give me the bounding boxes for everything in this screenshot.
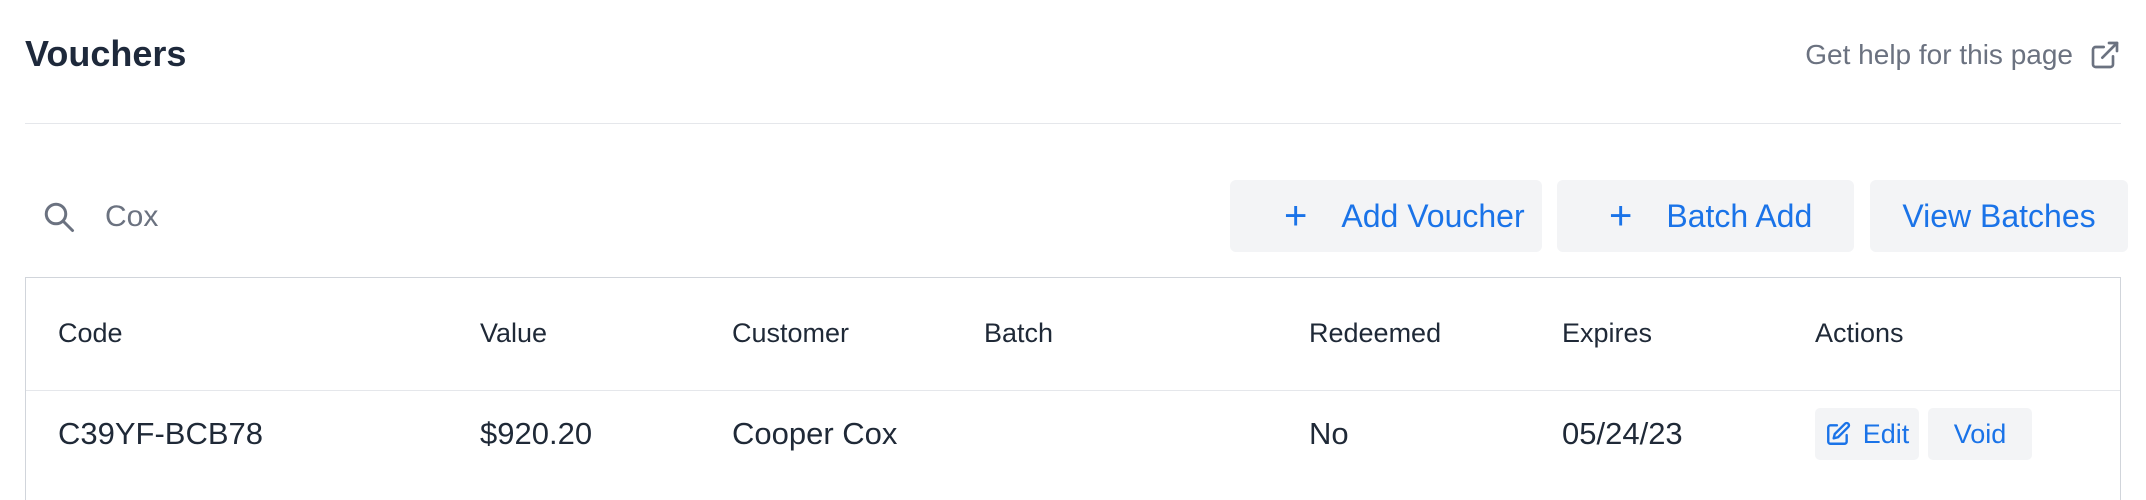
- vouchers-table: Code Value Customer Batch Redeemed Expir…: [25, 277, 2121, 500]
- add-voucher-button[interactable]: + Add Voucher: [1230, 180, 1542, 252]
- cell-actions: Edit Void: [1815, 390, 2120, 478]
- page-header: Vouchers Get help for this page: [25, 0, 2121, 124]
- column-header-customer[interactable]: Customer: [732, 278, 984, 390]
- edit-button[interactable]: Edit: [1815, 408, 1919, 461]
- batch-add-label: Batch Add: [1666, 197, 1813, 234]
- table-header-row: Code Value Customer Batch Redeemed Expir…: [26, 278, 2120, 390]
- table-row: C39YF-BCB78 $920.20 Cooper Cox No 05/24/…: [26, 390, 2120, 478]
- search-icon: [44, 202, 74, 232]
- batch-add-button[interactable]: + Batch Add: [1557, 180, 1854, 252]
- view-batches-button[interactable]: View Batches: [1870, 180, 2128, 252]
- column-header-value[interactable]: Value: [480, 278, 732, 390]
- row-actions: Edit Void: [1815, 408, 2120, 461]
- external-link-icon: [2091, 41, 2119, 69]
- edit-label: Edit: [1862, 418, 1910, 449]
- toolbar: + Add Voucher + Batch Add View Batches: [25, 180, 2128, 254]
- cell-expires: 05/24/23: [1562, 416, 1683, 452]
- cell-code: C39YF-BCB78: [58, 416, 264, 452]
- search-input[interactable]: [105, 192, 705, 242]
- void-label: Void: [1953, 418, 2007, 449]
- help-link[interactable]: Get help for this page: [1805, 39, 2121, 71]
- page-title: Vouchers: [25, 33, 187, 74]
- cell-redeemed: No: [1309, 416, 1349, 452]
- cell-value: $920.20: [480, 416, 593, 452]
- column-header-expires[interactable]: Expires: [1562, 278, 1815, 390]
- add-voucher-label: Add Voucher: [1341, 197, 1525, 234]
- column-header-actions: Actions: [1815, 318, 1904, 349]
- plus-icon: +: [1609, 194, 1633, 238]
- void-button[interactable]: Void: [1928, 408, 2032, 461]
- column-header-redeemed[interactable]: Redeemed: [1309, 278, 1562, 390]
- plus-icon: +: [1284, 194, 1308, 238]
- view-batches-label: View Batches: [1902, 197, 2096, 234]
- help-link-label: Get help for this page: [1805, 39, 2073, 70]
- column-header-code[interactable]: Code: [26, 278, 480, 390]
- search-box: [25, 180, 725, 254]
- cell-customer: Cooper Cox: [732, 416, 898, 452]
- cell-batch: [984, 390, 1309, 478]
- column-header-batch[interactable]: Batch: [984, 278, 1309, 390]
- edit-icon: [1826, 422, 1850, 446]
